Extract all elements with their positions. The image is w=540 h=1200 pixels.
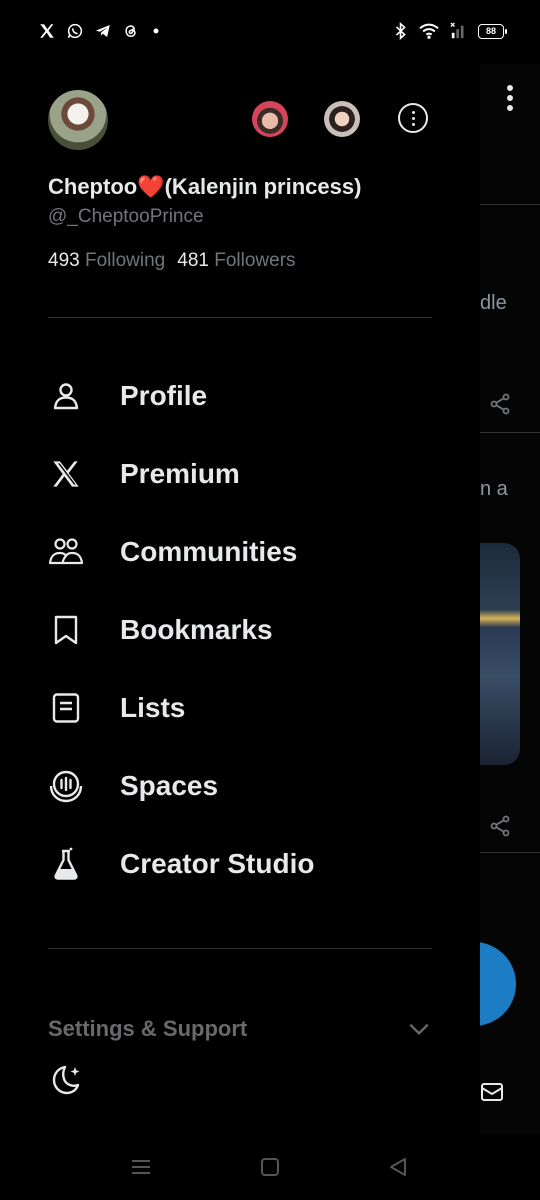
switch-account-avatar[interactable] xyxy=(252,101,288,137)
dot-icon xyxy=(153,28,159,34)
divider xyxy=(48,948,432,949)
feed-text-fragment: n a xyxy=(480,478,508,500)
settings-support-section[interactable]: Settings & Support xyxy=(48,1016,432,1042)
feed-text-fragment: dle xyxy=(480,292,507,314)
menu-item-lists[interactable]: Lists xyxy=(0,672,480,744)
threads-icon xyxy=(125,25,136,38)
menu-item-profile[interactable]: Profile xyxy=(0,360,480,432)
x-logo-icon xyxy=(40,24,54,38)
share-icon[interactable] xyxy=(488,814,512,838)
menu-item-bookmarks[interactable]: Bookmarks xyxy=(0,594,480,666)
compose-fab[interactable] xyxy=(480,942,516,1026)
x-logo-icon xyxy=(48,456,84,492)
system-navigation-bar xyxy=(0,1134,540,1200)
avatar[interactable] xyxy=(48,90,108,150)
telegram-icon xyxy=(95,25,110,37)
feed-media-image[interactable] xyxy=(480,543,520,765)
divider xyxy=(48,317,432,318)
back-icon[interactable] xyxy=(387,1156,409,1178)
following-link[interactable]: 493 Following xyxy=(48,250,165,272)
messages-icon[interactable] xyxy=(480,1080,504,1104)
display-name: Cheptoo❤️(Kalenjin princess) xyxy=(48,174,362,199)
signal-icon xyxy=(450,22,464,39)
feed-divider xyxy=(480,204,540,205)
heart-emoji: ❤️ xyxy=(137,174,165,199)
navigation-drawer: Cheptoo❤️(Kalenjin princess) @_CheptooPr… xyxy=(0,64,480,1134)
list-icon xyxy=(48,690,84,726)
menu-item-creator-studio[interactable]: Creator Studio xyxy=(0,828,480,900)
status-bar: 88 xyxy=(0,0,540,64)
follow-stats: 493 Following 481 Followers xyxy=(48,250,296,272)
communities-icon xyxy=(48,534,84,570)
switch-account-avatar[interactable] xyxy=(324,101,360,137)
status-bar-system: 88 xyxy=(394,22,507,40)
menu-item-communities[interactable]: Communities xyxy=(0,516,480,588)
moon-icon[interactable] xyxy=(48,1062,84,1098)
status-bar-notifications xyxy=(38,22,162,40)
chevron-down-icon xyxy=(409,1023,429,1036)
bookmark-icon xyxy=(48,612,84,648)
whatsapp-icon xyxy=(67,23,83,39)
spaces-icon xyxy=(48,768,84,804)
followers-link[interactable]: 481 Followers xyxy=(177,250,295,272)
feed-more-icon xyxy=(506,84,514,114)
wifi-icon xyxy=(419,23,439,39)
share-icon[interactable] xyxy=(488,392,512,416)
menu-item-premium[interactable]: Premium xyxy=(0,438,480,510)
more-options-icon[interactable] xyxy=(398,103,428,133)
battery-indicator: 88 xyxy=(478,23,507,39)
feed-divider xyxy=(480,852,540,853)
feed-divider xyxy=(480,432,540,433)
bluetooth-icon xyxy=(395,22,406,40)
menu-item-spaces[interactable]: Spaces xyxy=(0,750,480,822)
background-feed: dle n a xyxy=(480,64,540,1134)
person-icon xyxy=(48,378,84,414)
profile-handle: @_CheptooPrince xyxy=(48,206,204,227)
home-icon[interactable] xyxy=(259,1156,281,1178)
flask-icon xyxy=(48,846,84,882)
recents-icon[interactable] xyxy=(130,1156,152,1178)
